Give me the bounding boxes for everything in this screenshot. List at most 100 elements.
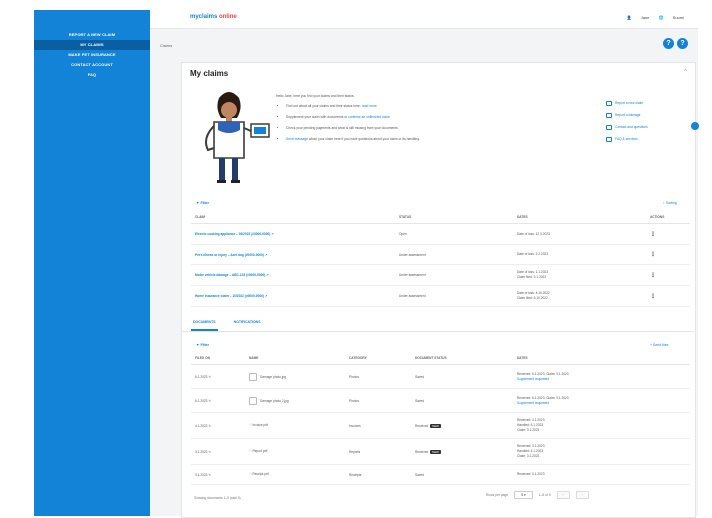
- documents-filter-button[interactable]: ▼ Filter: [196, 343, 209, 347]
- document-date: 3.1.2023 ✎: [191, 438, 245, 465]
- info-icon: [606, 136, 612, 142]
- top-right-controls: 👤 Jane 🌐 Suomi: [619, 15, 684, 20]
- table-row[interactable]: Pet's illness or injury – Axel dog (#000…: [191, 244, 690, 265]
- edit-icon[interactable]: ✎: [208, 473, 211, 477]
- info-link[interactable]: continue an unfinished claim: [348, 115, 390, 119]
- more-actions-icon[interactable]: ⋮: [646, 285, 690, 307]
- quick-links: Report a new claim Report a damage Conta…: [606, 97, 648, 145]
- info-bullet: Supplement your claim with documents or …: [286, 115, 576, 119]
- page-info: 1–5 of 5: [538, 493, 551, 497]
- claim-dates: Date of loss: 2.2.2023: [513, 244, 646, 265]
- document-status: Received NEW: [411, 412, 513, 439]
- person-with-laptop-illustration: [205, 92, 270, 183]
- claim-link[interactable]: Pet's illness or injury – Axel dog (#000…: [191, 244, 395, 265]
- quick-link[interactable]: Contact and questions: [606, 121, 648, 133]
- sidebar-item-pet-insurance[interactable]: MAKE PET INSURANCE: [34, 50, 150, 60]
- info-bullet: Send message about your claim here if yo…: [286, 137, 576, 141]
- info-intro: Hello Jane, here you find your claims an…: [276, 94, 355, 98]
- image-thumbnail-icon: [249, 372, 257, 381]
- quick-link[interactable]: FAQ & services: [606, 133, 648, 145]
- info-link[interactable]: read more: [362, 104, 377, 108]
- document-category: Invoices: [345, 412, 411, 439]
- claim-status: Open: [395, 223, 513, 245]
- claim-dates: Date of loss: 1.1.2023 Claim filed: 3.1.2…: [513, 264, 646, 286]
- edit-icon[interactable]: ✎: [208, 424, 211, 428]
- claim-status: Under assessment: [395, 264, 513, 286]
- sidebar-item-my-claims[interactable]: MY CLAIMS: [34, 40, 150, 50]
- notification-dot[interactable]: [691, 122, 699, 130]
- top-bar: myclaims online 👤 Jane 🌐 Suomi: [150, 10, 698, 29]
- document-status: Saved: [411, 464, 513, 485]
- document-name[interactable]: 🗋 Invoice.pdf: [245, 412, 345, 439]
- table-row[interactable]: Home insurance claim – 10/2022 (#0000-00…: [191, 285, 690, 307]
- documents-table: FILED ON NAME CATEGORY DOCUMENT STATUS D…: [191, 352, 690, 485]
- documents-count: Showing documents 1–5 (total 5): [194, 496, 241, 500]
- table-row[interactable]: 6.1.2023 ✎ Damage photo.jpg Photos Saved…: [191, 364, 690, 389]
- help-icon[interactable]: ?: [677, 38, 688, 49]
- column-header: CLAIM: [191, 211, 395, 224]
- column-header: ACTIONS: [646, 211, 690, 224]
- user-icon: 👤: [626, 15, 632, 20]
- column-header: STATUS: [395, 211, 513, 224]
- edit-icon[interactable]: ✎: [208, 399, 211, 403]
- claims-table: CLAIM STATUS DATES ACTIONS Electric cook…: [191, 211, 690, 307]
- chat-icon[interactable]: ?: [663, 38, 674, 49]
- globe-icon: 🌐: [658, 15, 664, 20]
- send-message-link[interactable]: Send message: [286, 137, 308, 141]
- collapse-icon[interactable]: ^: [684, 69, 687, 75]
- claim-link[interactable]: Home insurance claim – 10/2022 (#0000-00…: [191, 285, 395, 307]
- tab-notifications[interactable]: NOTIFICATIONS: [232, 320, 263, 331]
- document-status: Saved: [411, 388, 513, 413]
- table-row[interactable]: Electric cooking appliance – 03/2023 (#0…: [191, 223, 690, 245]
- more-actions-icon[interactable]: ⋮: [646, 244, 690, 265]
- rows-per-page-select[interactable]: 5 ▾: [514, 491, 533, 499]
- document-name[interactable]: Damage photo.jpg: [245, 364, 345, 389]
- sidebar-item-faq[interactable]: FAQ: [34, 70, 150, 80]
- table-row[interactable]: 4.1.2023 ✎ 🗋 Invoice.pdf Invoices Receiv…: [191, 412, 690, 439]
- claims-sort-button[interactable]: ↕ Sorting: [663, 201, 677, 205]
- user-menu[interactable]: Jane: [641, 15, 650, 20]
- document-name[interactable]: 🗋 Report.pdf: [245, 438, 345, 465]
- language-selector[interactable]: Suomi: [673, 15, 684, 20]
- more-actions-icon[interactable]: ⋮: [646, 264, 690, 286]
- claim-link[interactable]: Motor vehicle damage – ABC-123 (#0000-00…: [191, 264, 395, 286]
- new-badge: NEW: [430, 423, 441, 428]
- breadcrumb: Claims: [160, 43, 173, 48]
- document-name[interactable]: Damage photo 2.jpg: [245, 388, 345, 413]
- edit-icon[interactable]: ✎: [208, 375, 211, 379]
- next-page-button[interactable]: ›: [575, 491, 589, 499]
- table-row[interactable]: Motor vehicle damage – ABC-123 (#0000-00…: [191, 264, 690, 286]
- document-category: Receipts: [345, 464, 411, 485]
- logo[interactable]: myclaims online: [190, 14, 237, 20]
- prev-page-button[interactable]: ‹: [556, 491, 570, 499]
- document-category: Reports: [345, 438, 411, 465]
- table-row[interactable]: 6.1.2023 ✎ Damage photo 2.jpg Photos Sav…: [191, 388, 690, 413]
- document-icon: [606, 112, 612, 118]
- info-bullet: Find out about all your claims and their…: [286, 104, 576, 108]
- tab-documents[interactable]: DOCUMENTS: [191, 320, 218, 331]
- claim-dates: Date of loss: 12.3.2023: [513, 223, 646, 245]
- more-actions-icon[interactable]: ⋮: [646, 223, 690, 245]
- send-files-button[interactable]: + Send files: [650, 343, 668, 347]
- document-icon: [606, 100, 612, 106]
- sidebar-item-contact[interactable]: CONTACT ACCOUNT: [34, 60, 150, 70]
- claim-dates: Date of loss: 4.10.2022 Claim filed: 6.10…: [513, 285, 646, 307]
- claim-link[interactable]: Electric cooking appliance – 03/2023 (#0…: [191, 223, 395, 245]
- info-bullet: Check your pending payments and what is …: [286, 126, 576, 130]
- sidebar-item-report-claim[interactable]: REPORT A NEW CLAIM: [34, 30, 150, 40]
- document-category: Photos: [345, 388, 411, 413]
- document-name[interactable]: 🗋 Receipt.pdf: [245, 464, 345, 485]
- document-dates: Received: 6.1.2023, Claim: 3.1.2023 Suppl…: [513, 364, 690, 389]
- table-row[interactable]: 3.1.2023 ✎ 🗋 Receipt.pdf Receipts Saved …: [191, 464, 690, 485]
- table-row[interactable]: 3.1.2023 ✎ 🗋 Report.pdf Reports Received…: [191, 438, 690, 465]
- quick-link[interactable]: Report a damage: [606, 109, 648, 121]
- tab-divider: [181, 331, 694, 332]
- pagination: Rows per page 5 ▾ 1–5 of 5 ‹ ›: [486, 491, 589, 499]
- claims-filter-button[interactable]: ▼ Filter: [196, 201, 209, 205]
- edit-icon[interactable]: ✎: [208, 450, 211, 454]
- column-header: NAME: [245, 352, 345, 365]
- document-status: Saved: [411, 364, 513, 389]
- document-date: 3.1.2023 ✎: [191, 464, 245, 485]
- quick-link[interactable]: Report a new claim: [606, 97, 648, 109]
- column-header: FILED ON: [191, 352, 245, 365]
